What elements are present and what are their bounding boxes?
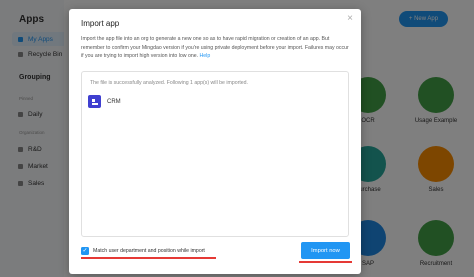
close-icon[interactable]: × [347, 14, 353, 24]
import-app-dialog: Import app × Import the app file into an… [69, 9, 361, 274]
description-text: Import the app file into an org to gener… [81, 36, 349, 59]
dialog-title: Import app [81, 19, 120, 28]
checkbox-icon[interactable]: ✓ [81, 247, 89, 255]
highlight-underline [81, 257, 216, 259]
dialog-description: Import the app file into an org to gener… [81, 35, 349, 61]
result-message: The file is successfully analyzed. Follo… [90, 80, 248, 86]
app-name: CRM [107, 98, 121, 105]
crm-app-icon [88, 95, 101, 108]
match-department-checkbox[interactable]: ✓ Match user department and position whi… [81, 247, 205, 255]
analysis-result-panel: The file is successfully analyzed. Follo… [81, 71, 349, 237]
help-link[interactable]: Help [200, 53, 211, 59]
import-now-button[interactable]: Import now [301, 242, 350, 259]
checkbox-label: Match user department and position while… [93, 248, 205, 254]
highlight-underline [299, 261, 352, 263]
list-item: CRM [88, 95, 121, 108]
